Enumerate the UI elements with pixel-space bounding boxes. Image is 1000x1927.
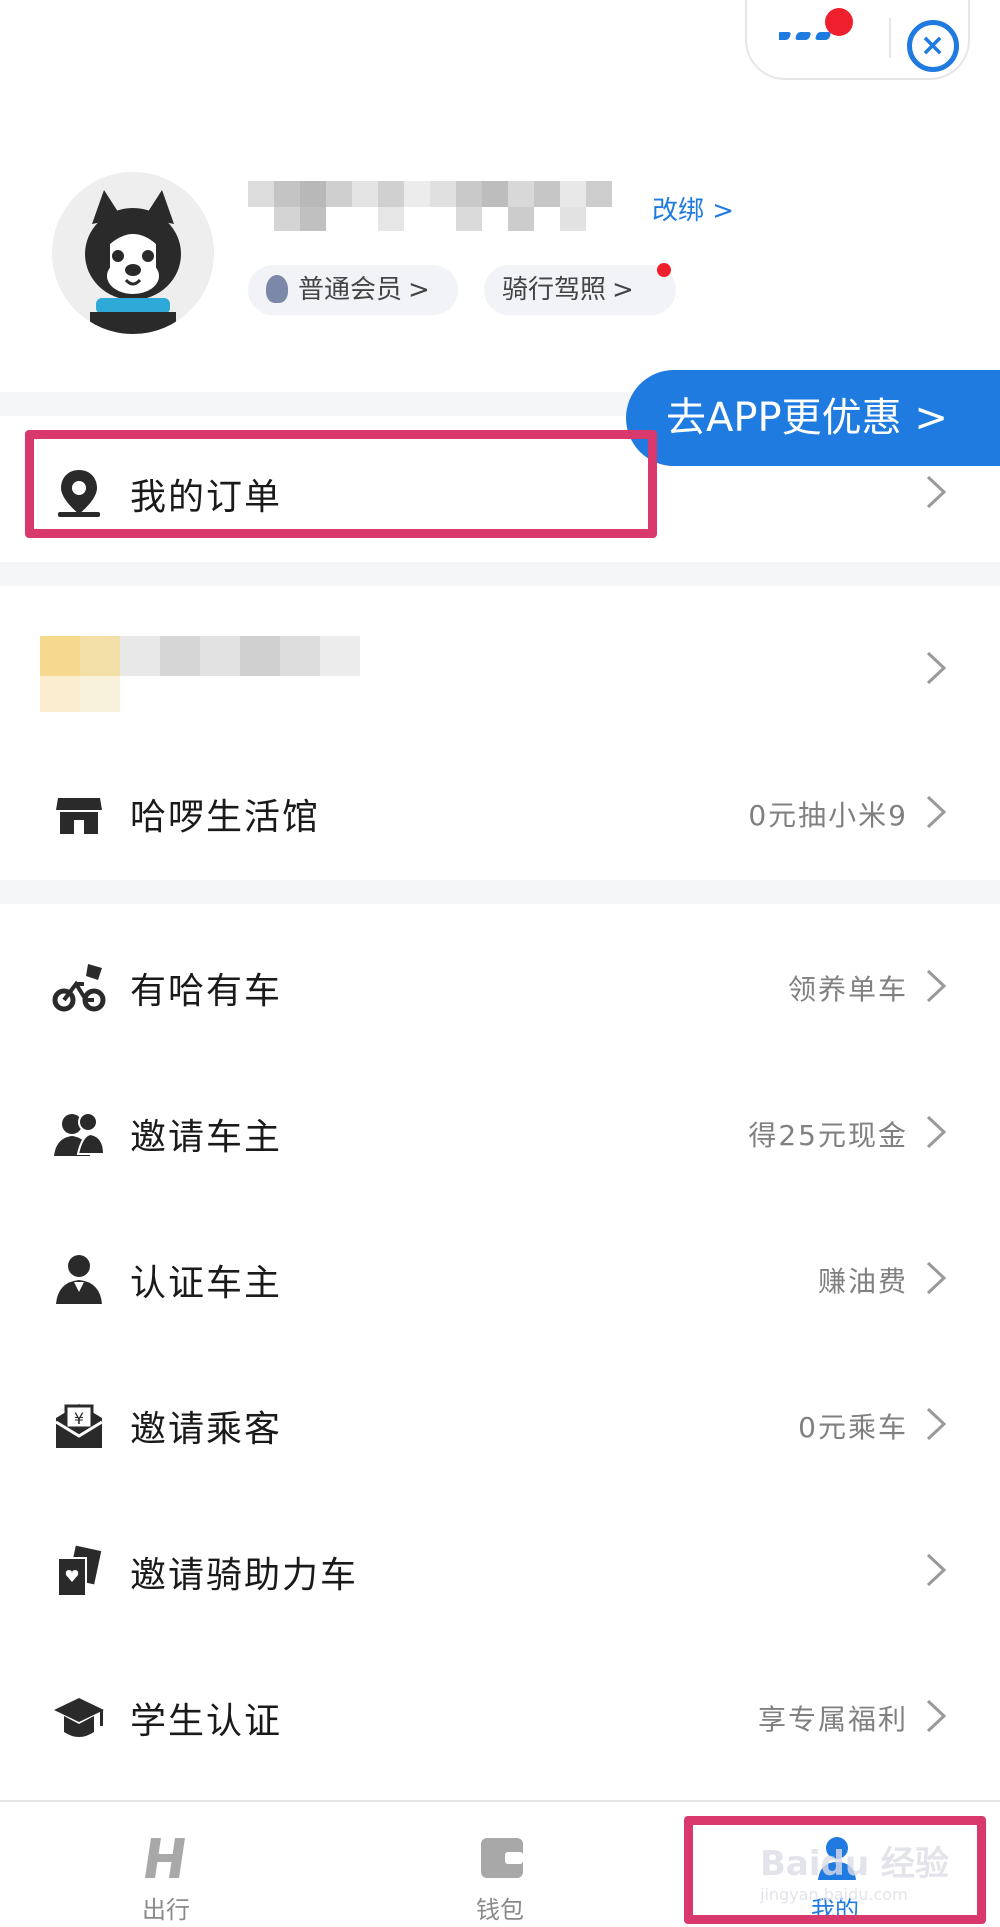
menu-item-subtext: 0元乘车 [798,1411,908,1444]
menu-item-label: 邀请骑助力车 [130,1555,359,1596]
username-mosaic [248,175,648,237]
menu-item-label: 邀请乘客 [130,1409,283,1450]
tab-label: 钱包 [476,1896,524,1924]
member-level-chip[interactable]: 普通会员 > [248,265,458,315]
chevron-right-icon [926,1407,947,1441]
chevron-right-icon: > [408,275,430,305]
chevron-right-icon [926,651,947,685]
watermark-url: jingyan.baidu.com [760,1885,908,1904]
chevron-right-icon [926,969,947,1003]
menu-item-label: 学生认证 [130,1701,283,1742]
chevron-right-icon [926,1261,947,1295]
menu-item-verify-owner[interactable]: 认证车主 赚油费 [0,1214,1000,1334]
close-icon[interactable]: × [907,20,959,72]
chevron-right-icon [926,1115,947,1149]
riding-license-label: 骑行驾照 [502,275,607,305]
blurred-content-mosaic [40,636,360,712]
graduation-cap-icon [54,1698,104,1737]
menu-item-bike[interactable]: 有哈有车 领养单车 [0,922,1000,1042]
chevron-right-icon [926,795,947,829]
menu-item-invite-owner[interactable]: 邀请车主 得25元现金 [0,1068,1000,1188]
menu-item-subtext: 享专属福利 [757,1703,908,1736]
license-notification-dot [657,263,671,277]
users-icon [54,1112,106,1156]
chevron-right-icon: > [612,275,634,305]
capsule-divider [889,18,891,58]
tab-wallet[interactable]: 钱包 [400,1802,600,1927]
tab-label: 出行 [142,1896,190,1924]
menu-item-subtext: 0元抽小米9 [748,799,908,832]
bicycle-icon [52,964,106,1012]
watermark-brand: Baidu 经验 [760,1844,949,1884]
husky-avatar-icon [52,172,214,334]
menu-item-subtext: 得25元现金 [748,1119,908,1152]
chevron-right-icon [926,1699,947,1733]
chevron-right-icon [926,475,947,509]
menu-item-subtext: 领养单车 [787,973,908,1006]
menu-item-label: 认证车主 [130,1263,283,1304]
menu-item-subtext: 赚油费 [817,1265,908,1298]
store-icon [56,798,102,834]
annotation-highlight-box [25,430,657,538]
hello-logo-icon [145,1838,185,1878]
menu-item-invite-ride[interactable]: 邀请骑助力车 [0,1506,1000,1626]
medal-icon [266,275,288,303]
menu-item-student-verify[interactable]: 学生认证 享专属福利 [0,1652,1000,1772]
menu-item-label: 哈啰生活馆 [130,797,321,838]
riding-license-chip[interactable]: 骑行驾照 > [484,265,676,315]
wallet-icon [481,1838,523,1878]
menu-item-invite-passenger[interactable]: ¥ 邀请乘客 0元乘车 [0,1360,1000,1480]
notification-dot [825,8,853,36]
svg-text:¥: ¥ [74,1409,84,1428]
menu-item-label: 邀请车主 [130,1117,283,1158]
cards-icon [57,1545,102,1597]
watermark: Baidu 经验 jingyan.baidu.com [760,1836,970,1906]
driver-icon [56,1255,102,1304]
menu-item-life-store[interactable]: 哈啰生活馆 0元抽小米9 [0,748,1000,868]
menu-item-label: 有哈有车 [130,971,283,1012]
mini-program-capsule: × [745,0,970,80]
chevron-right-icon [926,1553,947,1587]
avatar[interactable] [52,172,214,334]
section-divider [0,880,1000,904]
section-divider [0,562,1000,586]
member-level-label: 普通会员 [298,275,403,305]
tab-trip[interactable]: 出行 [66,1802,266,1927]
rebind-link[interactable]: 改绑 > [652,190,734,227]
red-envelope-icon: ¥ [55,1404,103,1448]
